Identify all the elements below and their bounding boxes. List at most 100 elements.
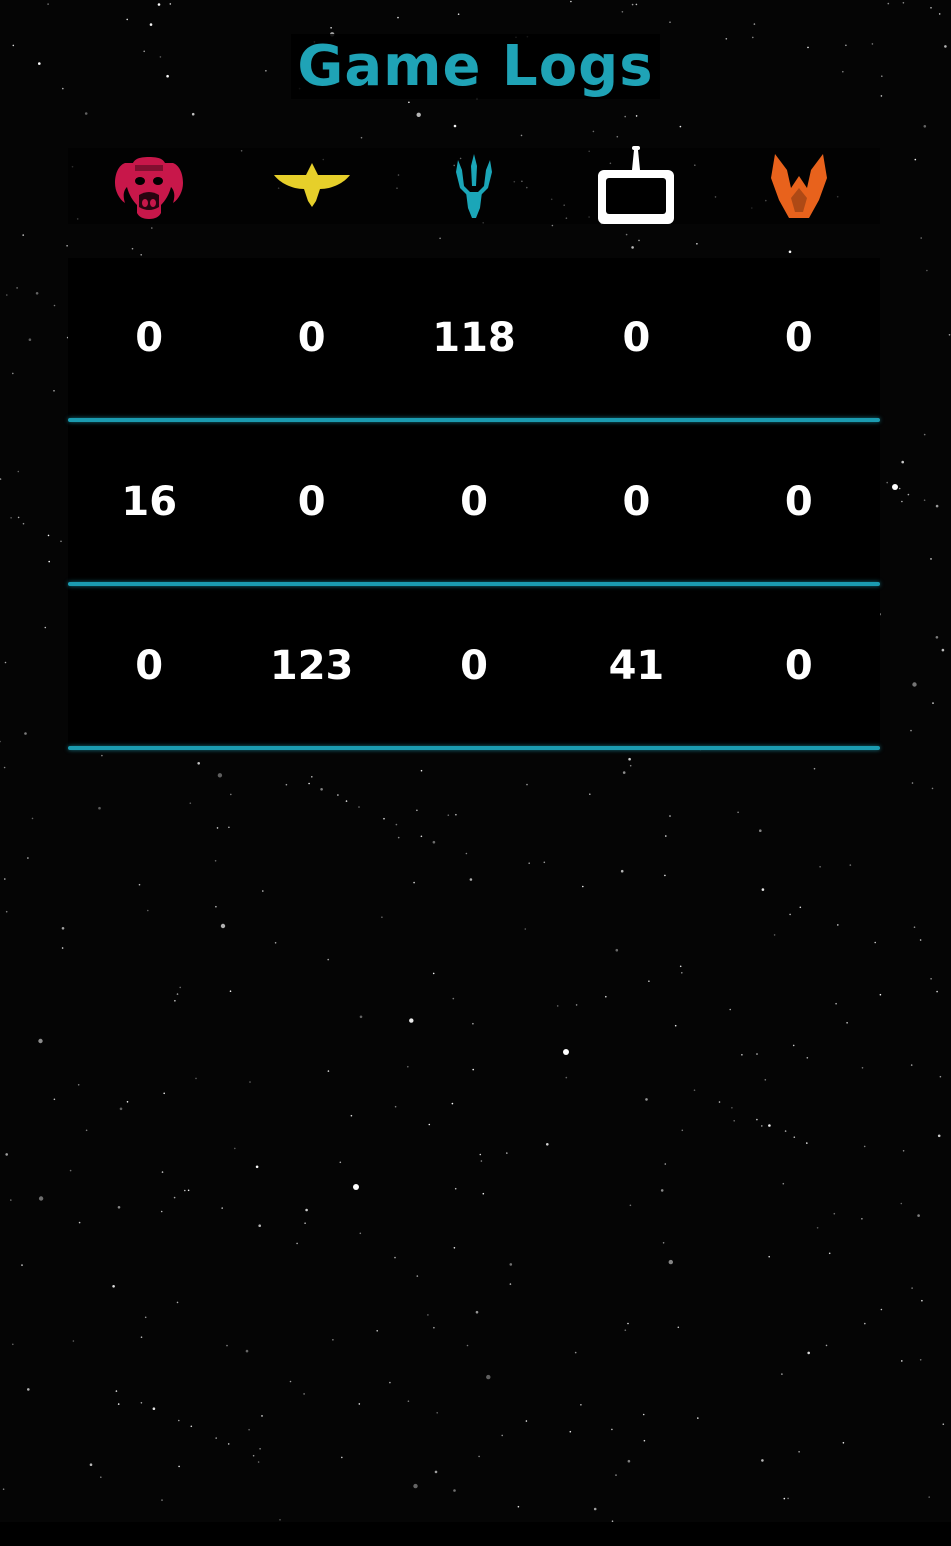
star (480, 1160, 483, 1162)
star (453, 1247, 456, 1249)
star (320, 788, 323, 791)
page-title-text: Game Logs (291, 34, 660, 99)
star (53, 390, 55, 392)
star (178, 1465, 180, 1468)
star (592, 130, 595, 133)
log-cell: 0 (460, 643, 488, 689)
star (69, 1169, 72, 1172)
star (85, 1129, 88, 1132)
star (157, 3, 161, 6)
star (574, 1351, 577, 1354)
star (912, 682, 917, 687)
star (799, 906, 802, 909)
star (669, 815, 671, 817)
star (907, 493, 910, 496)
star (861, 1067, 864, 1069)
star (66, 245, 68, 247)
log-cell: 0 (135, 643, 164, 689)
star (21, 1264, 23, 1266)
star (245, 1349, 249, 1353)
star (308, 782, 310, 785)
star (913, 926, 916, 928)
star (642, 1413, 645, 1416)
star (345, 800, 348, 802)
star (761, 1459, 764, 1462)
star (813, 767, 816, 770)
star (900, 1202, 903, 1205)
star (919, 1359, 922, 1361)
star (469, 878, 473, 881)
star (759, 829, 762, 832)
log-cell: 0 (784, 315, 813, 361)
star (432, 840, 436, 844)
star (930, 978, 932, 980)
star (395, 823, 398, 826)
star (61, 947, 64, 949)
star (506, 1152, 508, 1154)
star (131, 247, 134, 250)
star (257, 1461, 260, 1463)
star (327, 958, 330, 961)
star (35, 292, 39, 295)
star (910, 729, 912, 732)
star (359, 1015, 363, 1019)
star (669, 21, 671, 24)
star (681, 972, 683, 974)
star (611, 1428, 613, 1431)
star (397, 836, 400, 839)
star (12, 1343, 14, 1346)
trident-claw-icon (456, 154, 493, 218)
star (756, 1118, 758, 1121)
star (311, 776, 313, 778)
star (901, 1360, 903, 1362)
faction-header-2 (230, 148, 392, 224)
stars-layer (0, 0, 951, 1522)
star (47, 3, 49, 5)
star (138, 883, 141, 886)
star (296, 1242, 298, 1245)
star (3, 766, 6, 769)
star (179, 986, 181, 989)
star (47, 534, 50, 537)
star (628, 757, 631, 761)
star (631, 246, 634, 249)
star (394, 1256, 396, 1259)
star (147, 909, 149, 912)
star (436, 1412, 439, 1414)
star (220, 923, 226, 929)
log-cell: 0 (622, 479, 651, 525)
star (930, 558, 932, 560)
star (16, 287, 18, 289)
star (24, 732, 27, 735)
faction-header-4 (555, 146, 717, 224)
star (921, 1299, 923, 1302)
log-cell: 41 (608, 643, 665, 689)
star (864, 1322, 866, 1325)
star (197, 762, 200, 765)
star (226, 1344, 228, 1347)
star (935, 636, 939, 639)
star (17, 470, 20, 473)
star (768, 1124, 771, 1127)
star (259, 1448, 261, 1450)
star (624, 115, 626, 118)
star (189, 802, 192, 804)
star (582, 885, 584, 888)
star (112, 1285, 115, 1288)
star (863, 1145, 866, 1148)
star (629, 764, 632, 767)
star (126, 18, 128, 21)
star (793, 1136, 796, 1138)
star (89, 1463, 93, 1466)
star (173, 1196, 176, 1199)
star (806, 1142, 808, 1144)
star (528, 862, 530, 864)
star (0, 478, 2, 480)
star (453, 124, 457, 128)
log-row-2: 16 0 0 0 0 (68, 422, 880, 582)
star (48, 560, 50, 563)
star (472, 1022, 474, 1025)
star (216, 827, 219, 829)
star (948, 334, 951, 336)
star (408, 101, 410, 104)
